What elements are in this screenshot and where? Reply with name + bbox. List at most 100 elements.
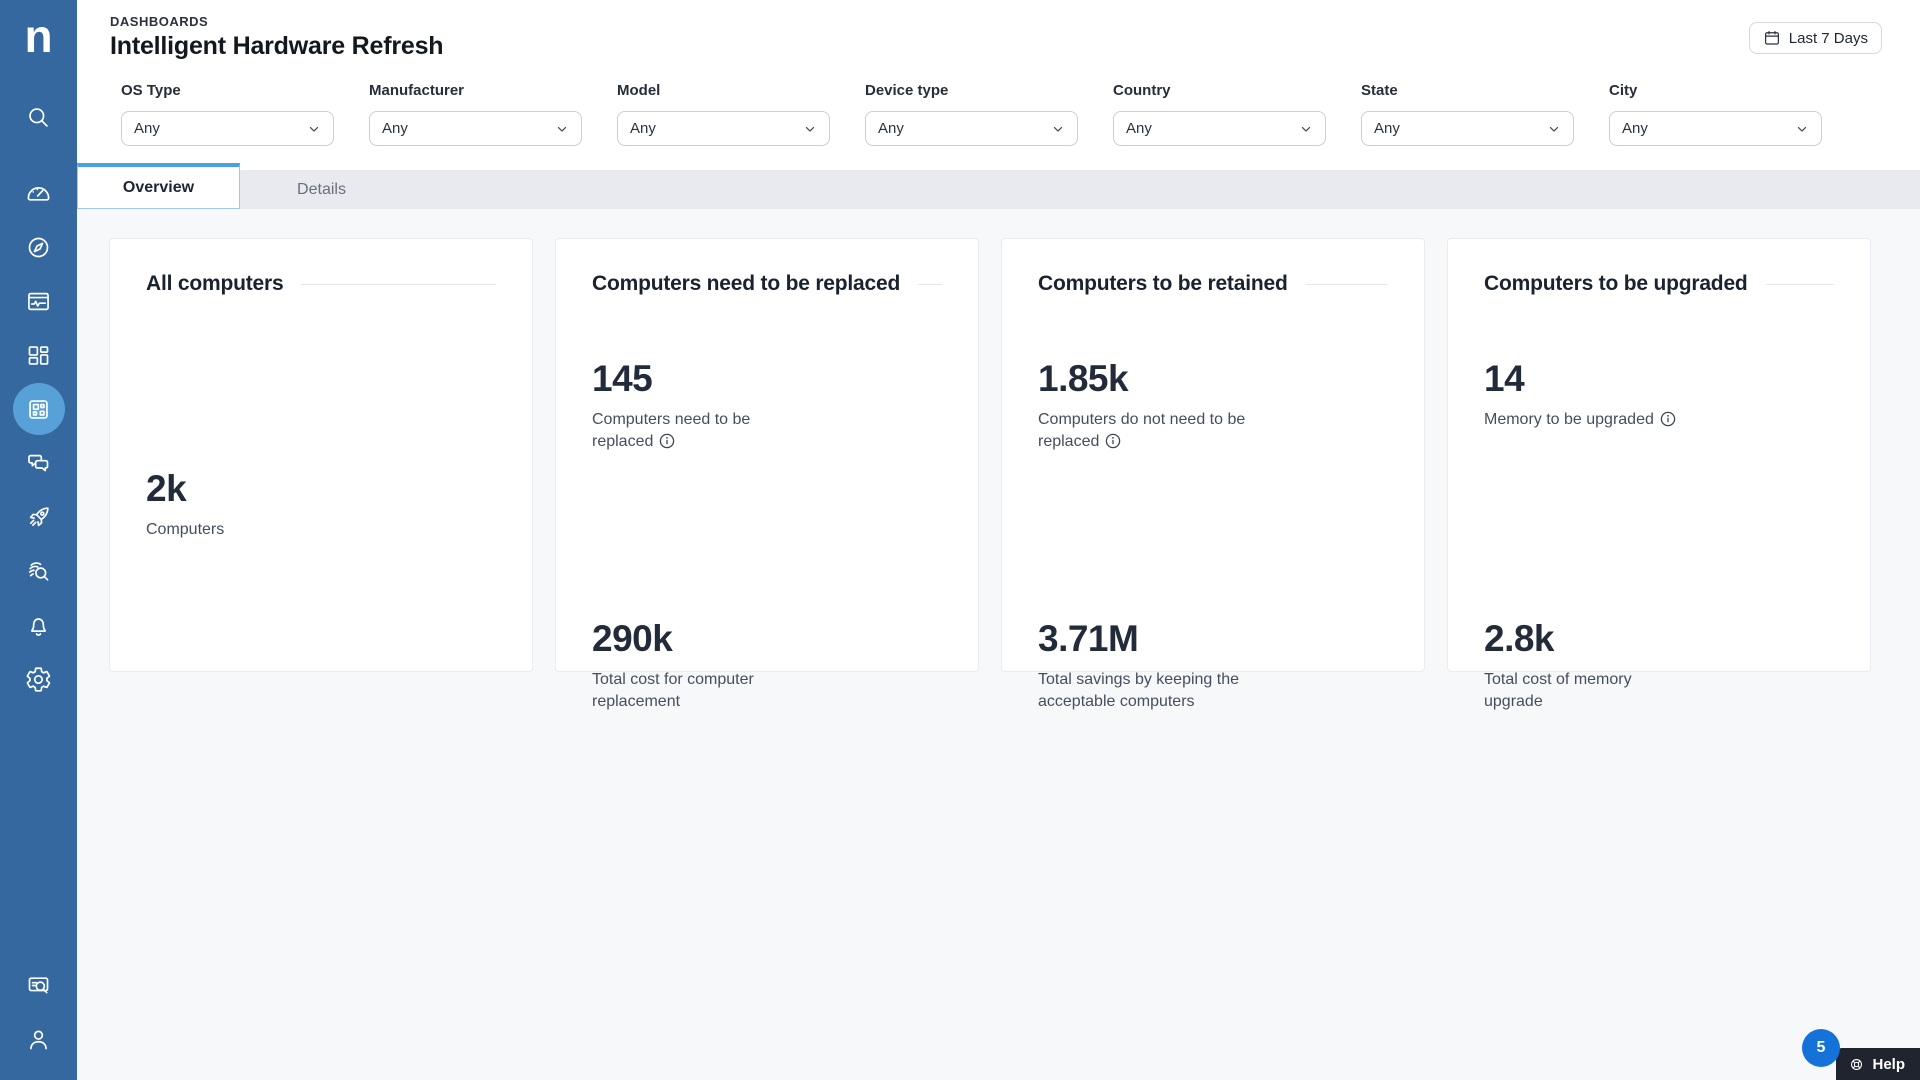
sidebar-item-account[interactable] <box>0 1012 77 1066</box>
filter-label: OS Type <box>121 82 181 99</box>
chevron-down-icon <box>805 126 815 132</box>
breadcrumb: DASHBOARDS <box>110 14 209 29</box>
sidebar-item-settings[interactable] <box>0 652 77 706</box>
compass-icon <box>28 237 49 257</box>
selected-value: Any <box>134 120 160 137</box>
info-icon[interactable] <box>1105 433 1121 456</box>
stat-memory-upgrade-count: 14 Memory to be upgraded <box>1484 358 1834 534</box>
gear-icon <box>26 666 51 692</box>
main-area: DASHBOARDS Intelligent Hardware Refresh … <box>77 0 1920 1080</box>
stat-total-savings: 3.71M Total savings by keeping the accep… <box>1038 618 1388 713</box>
help-button[interactable]: Help <box>1836 1048 1920 1080</box>
city-select[interactable]: Any <box>1609 111 1822 146</box>
calendar-icon <box>1764 31 1779 45</box>
chevron-down-icon <box>1797 126 1807 132</box>
sidebar-item-messages[interactable] <box>0 436 77 490</box>
os-type-select[interactable]: Any <box>121 111 334 146</box>
tab-details[interactable]: Details <box>240 170 403 209</box>
sidebar-item-monitoring[interactable] <box>0 274 77 328</box>
sidebar-item-notifications[interactable] <box>0 598 77 652</box>
filter-country: Country Any <box>1113 82 1326 146</box>
stat-replacement-cost: 290k Total cost for computer replacement <box>592 618 942 713</box>
card-title-divider <box>918 283 942 285</box>
info-icon[interactable] <box>1660 411 1676 434</box>
filter-bar: OS Type Any Manufacturer Any Model Any D… <box>77 61 1920 163</box>
filter-city: City Any <box>1609 82 1822 146</box>
stat-value: 145 <box>592 358 653 399</box>
stat-value: 3.71M <box>1038 618 1139 659</box>
stat-label: Computers need to be replaced <box>592 409 772 456</box>
card-title-divider <box>1305 283 1388 285</box>
bell-icon <box>31 617 46 636</box>
chevron-down-icon <box>1053 126 1063 132</box>
stat-label: Computers <box>146 521 225 538</box>
stat-value: 290k <box>592 618 673 659</box>
sidebar-item-device-search[interactable] <box>0 958 77 1012</box>
logo-letter: n <box>24 9 53 62</box>
filter-label: City <box>1609 82 1638 99</box>
stat-value: 14 <box>1484 358 1525 399</box>
card-title-divider <box>1765 283 1834 285</box>
device-search-icon <box>28 976 49 993</box>
filter-label: Manufacturer <box>369 82 465 99</box>
selected-value: Any <box>1374 120 1400 137</box>
stat-value: 2.8k <box>1484 618 1555 659</box>
sidebar-item-apps-dashboards[interactable] <box>0 382 77 436</box>
window-activity-icon <box>28 292 49 310</box>
stat-memory-upgrade-cost: 2.8k Total cost of memory upgrade <box>1484 618 1834 713</box>
selected-value: Any <box>382 120 408 137</box>
stat-label: Total savings by keeping the acceptable … <box>1038 671 1240 710</box>
stat-value: 2k <box>146 468 187 509</box>
sidebar-item-search[interactable] <box>0 90 77 144</box>
lifebuoy-icon <box>1851 1058 1863 1070</box>
card-computers-to-upgrade: Computers to be upgraded 14 Memory to be… <box>1447 238 1871 710</box>
user-icon <box>30 1030 47 1049</box>
stat-label: Memory to be upgraded <box>1484 409 1764 434</box>
sidebar-item-investigate[interactable] <box>0 544 77 598</box>
stat-label: Total cost for computer replacement <box>592 671 754 710</box>
dashboard-content: All computers 2k Computers Computers nee… <box>77 209 1920 1080</box>
chevron-down-icon <box>1301 126 1311 132</box>
tab-overview[interactable]: Overview <box>77 163 240 209</box>
dashboard-gauge-icon <box>27 186 50 201</box>
manufacturer-select[interactable]: Any <box>369 111 582 146</box>
selected-value: Any <box>630 120 656 137</box>
notification-badge[interactable]: 5 <box>1802 1029 1840 1067</box>
device-type-select[interactable]: Any <box>865 111 1078 146</box>
page-header: DASHBOARDS Intelligent Hardware Refresh … <box>77 0 1920 61</box>
filter-label: Device type <box>865 82 949 99</box>
stat-total-computers: 2k Computers <box>146 468 496 541</box>
filter-os-type: OS Type Any <box>121 82 334 146</box>
filter-label: Model <box>617 82 661 99</box>
chevron-down-icon <box>309 126 319 132</box>
apps-dashboard-icon <box>29 399 48 419</box>
page-title: Intelligent Hardware Refresh <box>110 32 444 60</box>
chevron-down-icon <box>557 126 567 132</box>
card-title: Computers need to be replaced <box>592 272 901 295</box>
sidebar-item-getting-started[interactable] <box>0 490 77 544</box>
sidebar-item-layouts[interactable] <box>0 328 77 382</box>
sidebar-item-dashboard[interactable] <box>0 166 77 220</box>
state-select[interactable]: Any <box>1361 111 1574 146</box>
selected-value: Any <box>878 120 904 137</box>
info-icon[interactable] <box>659 433 675 456</box>
tab-bar: Overview Details <box>77 163 1920 209</box>
sidebar-item-discovery[interactable] <box>0 220 77 274</box>
country-select[interactable]: Any <box>1113 111 1326 146</box>
filter-label: State <box>1361 82 1398 99</box>
card-computers-to-retain: Computers to be retained 1.85k Computers… <box>1001 238 1425 710</box>
card-title-divider <box>301 283 496 285</box>
layout-grid-icon <box>28 345 49 365</box>
card-title: All computers <box>146 272 284 295</box>
search-icon <box>29 107 48 127</box>
filter-label: Country <box>1113 82 1171 99</box>
model-select[interactable]: Any <box>617 111 830 146</box>
selected-value: Any <box>1126 120 1152 137</box>
date-range-button[interactable]: Last 7 Days <box>1748 22 1882 54</box>
filter-model: Model Any <box>617 82 830 146</box>
chevron-down-icon <box>1549 126 1559 132</box>
card-computers-to-replace: Computers need to be replaced 145 Comput… <box>555 238 979 710</box>
app-logo[interactable]: n <box>0 0 77 77</box>
filter-device-type: Device type Any <box>865 82 1078 146</box>
filter-manufacturer: Manufacturer Any <box>369 82 582 146</box>
